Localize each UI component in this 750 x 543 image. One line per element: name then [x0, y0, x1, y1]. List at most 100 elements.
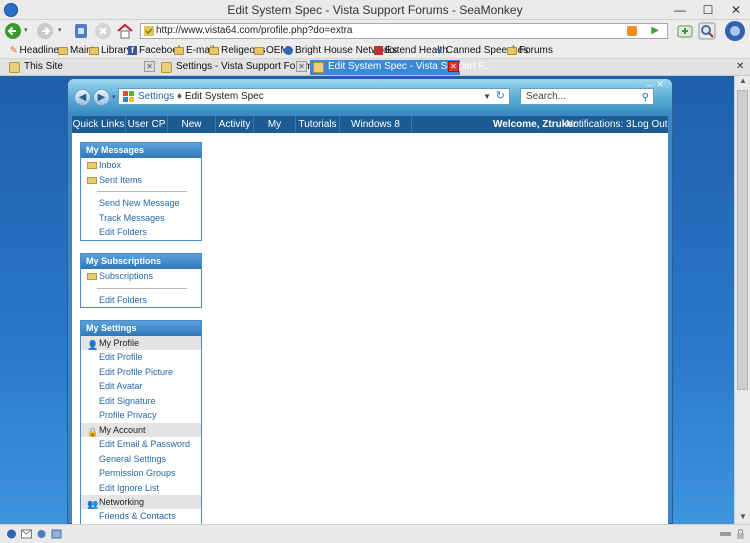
breadcrumb-dropdown-icon[interactable]: ▼	[483, 89, 491, 104]
edit-folders-link[interactable]: Edit Folders	[81, 293, 201, 308]
url-bar[interactable]: http://www.vista64.com/profile.php?do=ex…	[140, 23, 668, 39]
tab-close-icon[interactable]: ✕	[448, 61, 459, 72]
folder-sent-items[interactable]: Sent Items	[81, 173, 201, 188]
composer-icon[interactable]	[51, 529, 62, 539]
section-label: Networking	[99, 497, 145, 508]
forum-window-controls[interactable]: ↔ ✕	[645, 79, 664, 90]
connection-icon	[720, 532, 731, 536]
window-title: Edit System Spec - Vista Support Forums …	[227, 3, 523, 17]
site-favicon-icon	[144, 26, 154, 36]
tab-close-icon[interactable]: ✕	[296, 61, 307, 72]
security-lock-icon[interactable]	[735, 529, 746, 539]
bookmark-headlines[interactable]: ✎ Headlines	[10, 44, 64, 57]
general-settings-link[interactable]: General Settings	[81, 452, 201, 467]
menu-quick-links[interactable]: Quick Links	[72, 116, 126, 133]
minimize-button[interactable]: —	[666, 0, 694, 20]
edit-profile-picture-link[interactable]: Edit Profile Picture	[81, 365, 201, 380]
refresh-icon[interactable]: ↻	[496, 89, 505, 104]
tab-edit-system-spec[interactable]: Edit System Spec - Vista Support F... ✕	[310, 60, 492, 75]
bookmark-label: Library	[101, 45, 132, 56]
back-arrow-icon[interactable]	[4, 22, 22, 40]
bookmark-forums[interactable]: Forums	[507, 44, 553, 57]
rss-feed-icon[interactable]	[627, 26, 637, 36]
speech-icon: ▼	[435, 45, 444, 56]
menu-tutorials[interactable]: Tutorials	[296, 116, 340, 133]
mail-icon[interactable]	[21, 529, 32, 539]
menu-windows-8-forum[interactable]: Windows 8 Forum	[340, 116, 412, 147]
breadcrumb-settings-link[interactable]: Settings	[138, 91, 174, 102]
tab-settings[interactable]: Settings - Vista Support Forums ✕	[158, 60, 318, 75]
my-subscriptions-title: My Subscriptions	[81, 254, 201, 269]
forum-frame: ◀ ▶ ▾ Settings ♦ Edit System Spec ▼ ↻ Se…	[67, 78, 673, 524]
page-viewport: ◀ ▶ ▾ Settings ♦ Edit System Spec ▼ ↻ Se…	[0, 76, 734, 524]
logout-link[interactable]: Log Out	[632, 116, 668, 133]
search-icon[interactable]: ⚲	[642, 90, 649, 105]
status-bar	[0, 524, 750, 543]
menu-my-posts[interactable]: My Posts	[254, 116, 296, 147]
close-tab-button[interactable]: ✕	[736, 61, 744, 72]
tab-favicon-icon	[9, 62, 20, 73]
menu-user-cp[interactable]: User CP	[126, 116, 168, 133]
rss-icon: ✎	[10, 45, 18, 55]
maximize-button[interactable]: ☐	[694, 0, 722, 20]
my-subscriptions-block: My Subscriptions Subscriptions Edit Fold…	[80, 253, 202, 309]
forum-back-icon[interactable]: ◀	[74, 89, 91, 106]
tab-label: Edit System Spec - Vista Support F...	[328, 61, 492, 72]
go-button[interactable]: ▶	[651, 25, 659, 36]
forum-nav-buttons: ◀ ▶ ▾	[74, 89, 118, 107]
friends-contacts-link[interactable]: Friends & Contacts	[81, 509, 201, 524]
breadcrumb-current: Edit System Spec	[184, 91, 264, 102]
forum-forward-icon[interactable]: ▶	[93, 89, 110, 106]
home-icon[interactable]	[116, 22, 134, 40]
tab-this-site[interactable]: This Site ✕	[6, 60, 156, 75]
notifications-link[interactable]: Notifications: 3	[566, 116, 632, 133]
folder-icon	[507, 46, 517, 55]
tab-favicon-icon	[313, 62, 324, 73]
browser-icon[interactable]	[6, 529, 17, 539]
my-settings-title: My Settings	[81, 321, 201, 336]
reload-icon[interactable]	[72, 22, 90, 40]
tab-favicon-icon	[161, 62, 172, 73]
edit-profile-link[interactable]: Edit Profile	[81, 350, 201, 365]
chat-icon[interactable]	[36, 529, 47, 539]
permission-groups-link[interactable]: Permission Groups	[81, 466, 201, 481]
my-profile-header: 👤 My Profile	[81, 336, 201, 350]
forum-header: ◀ ▶ ▾ Settings ♦ Edit System Spec ▼ ↻ Se…	[68, 79, 672, 113]
search-icon[interactable]	[698, 22, 716, 40]
folder-subscriptions[interactable]: Subscriptions	[81, 269, 201, 284]
menu-activity[interactable]: Activity	[216, 116, 254, 133]
scroll-down-icon[interactable]: ▼	[735, 512, 750, 524]
edit-folders-link[interactable]: Edit Folders	[81, 225, 201, 240]
bookmark-library[interactable]: Library	[89, 44, 132, 57]
folder-inbox[interactable]: Inbox	[81, 158, 201, 173]
edit-email-password-link[interactable]: Edit Email & Password	[81, 437, 201, 452]
navigation-toolbar: ▾ ▾ http://www.vista64.com/profile.php?d…	[0, 20, 750, 42]
throbber-icon	[725, 21, 745, 41]
windows-logo-icon	[123, 91, 134, 102]
url-input[interactable]: http://www.vista64.com/profile.php?do=ex…	[156, 25, 353, 36]
forward-dropdown-icon[interactable]: ▾	[58, 26, 62, 34]
edit-avatar-link[interactable]: Edit Avatar	[81, 379, 201, 394]
edit-signature-link[interactable]: Edit Signature	[81, 394, 201, 409]
track-messages-link[interactable]: Track Messages	[81, 211, 201, 226]
forum-search-input[interactable]: Search... ⚲	[520, 88, 654, 105]
bookmark-add-icon[interactable]	[676, 22, 694, 40]
back-dropdown-icon[interactable]: ▾	[24, 26, 28, 34]
stop-icon[interactable]	[94, 22, 112, 40]
close-window-button[interactable]: ✕	[722, 0, 750, 20]
scrollbar-thumb[interactable]	[737, 90, 748, 390]
profile-privacy-link[interactable]: Profile Privacy	[81, 408, 201, 423]
welcome-text: Welcome, Ztruker	[493, 116, 577, 133]
facebook-icon: f	[128, 46, 137, 55]
forward-arrow-icon[interactable]	[36, 22, 54, 40]
send-new-message-link[interactable]: Send New Message	[81, 196, 201, 211]
menu-new-posts[interactable]: New Posts	[168, 116, 216, 147]
vertical-scrollbar[interactable]: ▲ ▼	[734, 76, 750, 524]
scroll-up-icon[interactable]: ▲	[735, 76, 750, 88]
tab-close-icon[interactable]: ✕	[144, 61, 155, 72]
edit-ignore-list-link[interactable]: Edit Ignore List	[81, 481, 201, 496]
folder-icon	[254, 46, 264, 55]
forum-nav-dropdown-icon[interactable]: ▾	[112, 93, 116, 101]
bookmarks-toolbar: ✎ Headlines Maint Library f Facebook E-mai…	[0, 42, 750, 59]
folder-icon	[89, 46, 99, 55]
